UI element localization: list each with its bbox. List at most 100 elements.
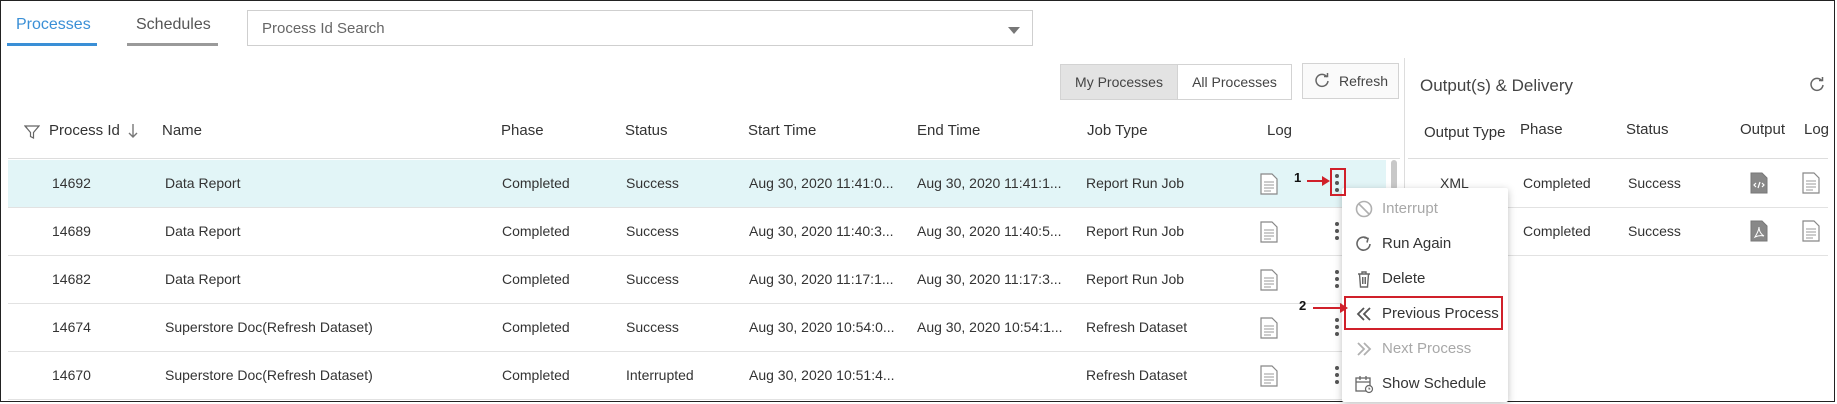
log-document-icon[interactable] (1802, 172, 1820, 194)
log-document-icon[interactable] (1260, 317, 1278, 339)
output-status: Success (1628, 175, 1681, 191)
col-output: Output (1740, 121, 1786, 138)
process-phase: Completed (502, 175, 570, 191)
process-id: 14689 (52, 223, 91, 239)
process-start-time: Aug 30, 2020 11:40:3... (749, 223, 894, 239)
my-processes-button[interactable]: My Processes (1060, 64, 1178, 100)
refresh-button[interactable]: Refresh (1302, 63, 1399, 99)
col-output-type: Output Type (1424, 124, 1506, 141)
process-name: Data Report (165, 271, 241, 287)
double-chevron-right-icon (1357, 342, 1372, 356)
col-output-phase: Phase (1520, 121, 1563, 138)
output-header-divider (1408, 158, 1828, 159)
redo-icon (1356, 236, 1371, 251)
process-id: 14682 (52, 271, 91, 287)
menu-item-run-again[interactable]: Run Again (1342, 227, 1508, 261)
annotation-highlight-kebab (1330, 168, 1346, 196)
process-start-time: Aug 30, 2020 10:54:0... (749, 319, 895, 335)
log-document-icon[interactable] (1260, 365, 1278, 387)
row-actions-kebab-icon[interactable] (1335, 270, 1339, 291)
log-document-icon[interactable] (1802, 220, 1820, 242)
header-divider (8, 158, 1400, 159)
log-document-icon[interactable] (1260, 221, 1278, 243)
table-scrollbar[interactable] (1391, 160, 1397, 190)
process-id: 14674 (52, 319, 91, 335)
process-name: Superstore Doc(Refresh Dataset) (165, 367, 373, 383)
filter-icon[interactable] (24, 124, 40, 140)
process-status: Success (626, 319, 679, 335)
tab-schedules[interactable]: Schedules (136, 16, 211, 34)
output-phase: Completed (1523, 223, 1591, 239)
tab-processes[interactable]: Processes (16, 16, 91, 34)
process-start-time: Aug 30, 2020 11:17:1... (749, 271, 894, 287)
chevron-down-icon[interactable] (1008, 27, 1020, 34)
process-end-time: Aug 30, 2020 11:41:1... (917, 175, 1062, 191)
process-start-time: Aug 30, 2020 11:41:0... (749, 175, 894, 191)
log-document-icon[interactable] (1260, 269, 1278, 291)
process-end-time: Aug 30, 2020 10:54:1... (917, 319, 1063, 335)
process-phase: Completed (502, 367, 570, 383)
xml-file-icon[interactable] (1750, 172, 1768, 194)
menu-item-delete[interactable]: Delete (1342, 262, 1508, 296)
calendar-icon (1355, 376, 1374, 394)
process-name: Data Report (165, 223, 241, 239)
menu-item-show-schedule[interactable]: Show Schedule (1342, 367, 1508, 401)
col-phase[interactable]: Phase (501, 122, 544, 139)
annotation-arrow-2 (1313, 307, 1342, 309)
col-process-id[interactable]: Process Id (49, 122, 120, 139)
output-phase: Completed (1523, 175, 1591, 191)
process-job-type: Refresh Dataset (1086, 319, 1188, 335)
annotation-arrowhead-1 (1322, 176, 1330, 186)
refresh-icon (1315, 73, 1329, 88)
menu-item-label: Next Process (1382, 340, 1472, 357)
output-status: Success (1628, 223, 1681, 239)
menu-item-label: Show Schedule (1382, 375, 1487, 392)
search-input[interactable] (260, 19, 984, 38)
col-status[interactable]: Status (625, 122, 668, 139)
table-row[interactable]: 14670 Superstore Doc(Refresh Dataset) Co… (8, 352, 1386, 400)
menu-item-label: Delete (1382, 270, 1426, 287)
process-phase: Completed (502, 271, 570, 287)
process-name: Superstore Doc(Refresh Dataset) (165, 319, 373, 335)
row-actions-kebab-icon[interactable] (1335, 366, 1339, 387)
table-row[interactable]: 14674 Superstore Doc(Refresh Dataset) Co… (8, 304, 1386, 352)
process-end-time: Aug 30, 2020 11:17:3... (917, 271, 1062, 287)
pdf-file-icon[interactable] (1750, 220, 1768, 242)
col-job-type[interactable]: Job Type (1087, 122, 1148, 139)
process-start-time: Aug 30, 2020 10:51:4... (749, 367, 895, 383)
tab-processes-underline (7, 43, 97, 46)
row-actions-kebab-icon[interactable] (1335, 222, 1339, 243)
menu-item-interrupt[interactable]: Interrupt (1342, 192, 1508, 226)
col-name[interactable]: Name (162, 122, 202, 139)
annotation-step-1: 1 (1294, 170, 1302, 185)
refresh-label: Refresh (1338, 73, 1389, 89)
menu-item-label: Interrupt (1382, 200, 1438, 217)
col-log: Log (1267, 122, 1293, 139)
process-status: Success (626, 223, 679, 239)
process-phase: Completed (502, 319, 570, 335)
process-id: 14670 (52, 367, 91, 383)
table-row[interactable]: 14682 Data Report Completed Success Aug … (8, 256, 1386, 304)
annotation-highlight-previous-process (1344, 296, 1503, 330)
process-id: 14692 (52, 175, 91, 191)
process-job-type: Report Run Job (1086, 223, 1185, 239)
table-row[interactable]: 14689 Data Report Completed Success Aug … (8, 208, 1386, 256)
all-processes-button[interactable]: All Processes (1177, 64, 1292, 100)
row-actions-kebab-icon[interactable] (1335, 318, 1339, 339)
tab-schedules-underline (127, 43, 218, 46)
process-status: Success (626, 271, 679, 287)
panel-refresh-icon[interactable] (1808, 76, 1826, 94)
col-output-status: Status (1626, 121, 1669, 138)
process-end-time: Aug 30, 2020 11:40:5... (917, 223, 1062, 239)
process-id-search[interactable] (247, 10, 1033, 46)
col-output-log: Log (1804, 121, 1830, 138)
col-end-time[interactable]: End Time (917, 122, 980, 139)
col-start-time[interactable]: Start Time (748, 122, 816, 139)
block-icon (1355, 200, 1373, 218)
sort-down-arrow-icon[interactable] (128, 123, 138, 139)
process-phase: Completed (502, 223, 570, 239)
log-document-icon[interactable] (1260, 173, 1278, 195)
menu-item-next-process[interactable]: Next Process (1342, 332, 1508, 366)
table-row[interactable]: 14692 Data Report Completed Success Aug … (8, 160, 1386, 208)
process-status: Success (626, 175, 679, 191)
